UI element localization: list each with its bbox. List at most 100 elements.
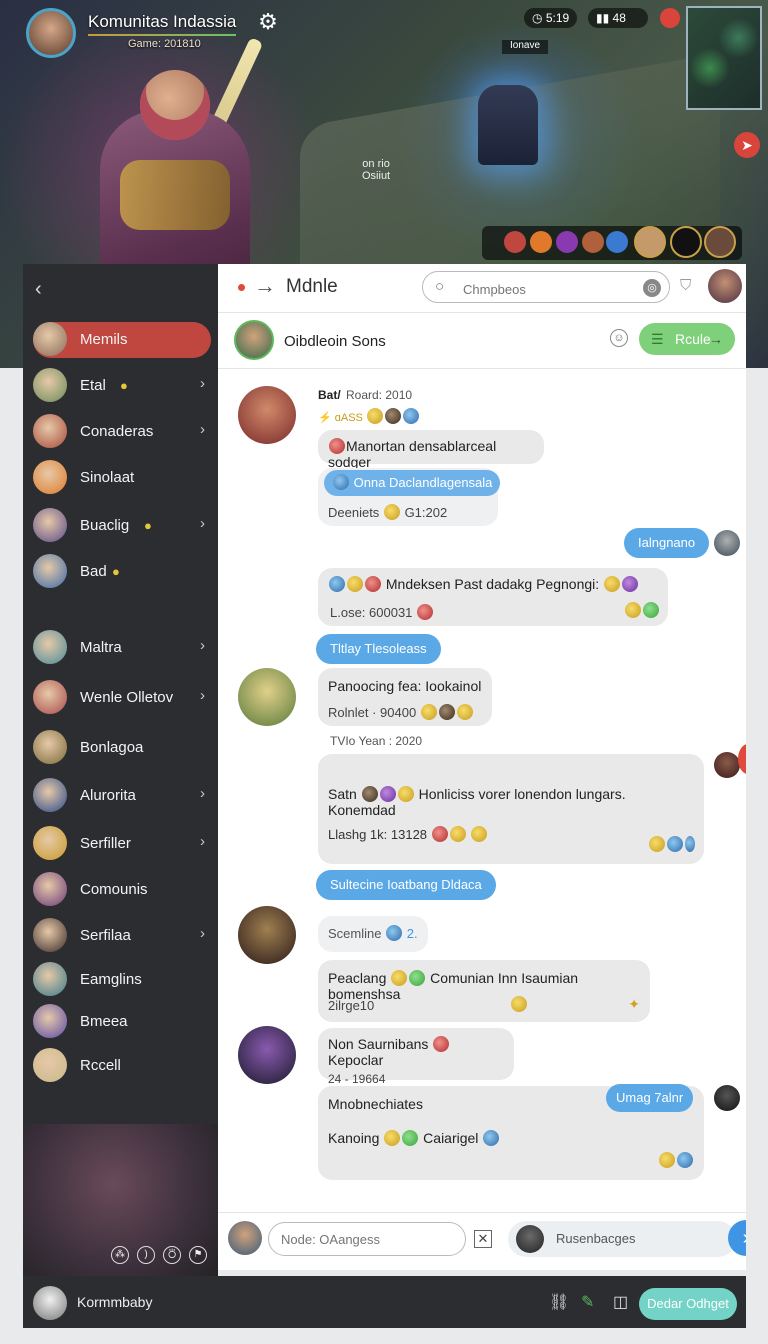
- clear-icon[interactable]: ◎: [643, 279, 661, 297]
- sidebar-item-label: Comounis: [80, 881, 148, 898]
- skill-5-icon[interactable]: [606, 231, 628, 253]
- sidebar-item-label: Conaderas: [80, 423, 154, 440]
- control-1-icon[interactable]: ⁂: [111, 1246, 129, 1264]
- route-button[interactable]: ☰ Rcule →: [639, 323, 735, 355]
- action-button[interactable]: Dedar Odhget: [639, 1288, 737, 1320]
- live-dot-icon: [238, 284, 245, 291]
- sidebar-item[interactable]: Bad ●: [33, 554, 211, 590]
- message-text: Satn Honliciss vorer lonendon lungars. K…: [328, 786, 626, 818]
- chevron-right-icon: ›: [200, 785, 205, 802]
- sidebar-item-label: Sinolaat: [80, 469, 135, 486]
- sidebar-item[interactable]: Wenle Olletov ›: [33, 680, 211, 716]
- tag-bubble: Scemline 2.: [318, 916, 428, 952]
- sidebar-item[interactable]: Rccell: [33, 1048, 211, 1084]
- community-avatar[interactable]: [26, 8, 76, 58]
- sidebar-avatar: [33, 368, 67, 402]
- message-bubble: Peaclang Comunian Inn Isaumian bomenshsa…: [318, 960, 650, 1022]
- chevron-right-icon: ›: [200, 925, 205, 942]
- sender-avatar[interactable]: [238, 1026, 296, 1084]
- alert-badge-icon[interactable]: ➤: [734, 132, 760, 158]
- smiley-icon[interactable]: ☺: [610, 329, 628, 347]
- composer-avatar[interactable]: [228, 1221, 262, 1255]
- sidebar-item[interactable]: Alurorita ›: [33, 778, 211, 814]
- community-subtitle: Game: 201810: [128, 38, 201, 50]
- sender-name: Bat/: [318, 388, 341, 402]
- sender-avatar[interactable]: [238, 906, 296, 964]
- reaction-icons[interactable]: [658, 1152, 694, 1168]
- message-input[interactable]: [268, 1222, 466, 1256]
- contact-avatar[interactable]: [234, 320, 274, 360]
- search-input[interactable]: [461, 279, 635, 299]
- control-4-icon[interactable]: ⚑: [189, 1246, 207, 1264]
- sparkle-icon: ✦: [628, 996, 640, 1012]
- reaction-icons[interactable]: [648, 836, 696, 852]
- ally-avatar-3[interactable]: [704, 226, 736, 258]
- reaction-icons[interactable]: [624, 602, 660, 618]
- hero-head: [140, 70, 210, 140]
- mention-chip[interactable]: Umag 7alnr: [606, 1084, 694, 1112]
- sidebar-item[interactable]: Buaclig ● ›: [33, 508, 211, 544]
- sidebar-item[interactable]: Maltra ›: [33, 630, 211, 666]
- ally-avatar-1[interactable]: [634, 226, 666, 258]
- reply-field[interactable]: Rusenbacges: [508, 1221, 736, 1257]
- participant-avatar[interactable]: [714, 1085, 740, 1111]
- sidebar-item[interactable]: Eamglins: [33, 962, 211, 998]
- minimap[interactable]: [686, 6, 762, 110]
- arrow-right-icon: →: [709, 331, 723, 347]
- skill-1-icon[interactable]: [504, 231, 526, 253]
- message-bubble: Mndeksen Past dadakg Pegnongi: L.ose: 60…: [318, 568, 668, 626]
- chat-panel: → Mdnle ○ ◎ ⛉ Oibdleoin Sons ☺ ☰ Rcule →…: [218, 264, 746, 1270]
- sidebar-item-label: Serfiller: [80, 835, 131, 852]
- sidebar-item-label: Bmeea: [80, 1013, 128, 1030]
- sidebar-item[interactable]: Bonlagoa: [33, 730, 211, 766]
- sidebar-avatar: [33, 322, 67, 356]
- sidebar-item[interactable]: Serfiller ›: [33, 826, 211, 862]
- sidebar-avatar: [33, 730, 67, 764]
- sidebar-item[interactable]: Conaderas ›: [33, 414, 211, 450]
- record-icon[interactable]: [660, 8, 680, 28]
- conversation-header: Oibdleoin Sons ☺ ☰ Rcule →: [218, 312, 746, 369]
- close-icon[interactable]: ✕: [474, 1230, 492, 1248]
- message-meta: 2ilrge10: [328, 998, 375, 1013]
- sidebar-avatar: [33, 872, 67, 906]
- sidebar-item[interactable]: Serfilaa ›: [33, 918, 211, 954]
- link-icon[interactable]: ⛓: [549, 1292, 569, 1312]
- sidebar-item-label: Alurorita: [80, 787, 136, 804]
- system-chip[interactable]: Tltlay Tlesoleass: [316, 634, 441, 664]
- quote-chip[interactable]: Onna Daclandlagensala: [324, 470, 501, 496]
- user-avatar[interactable]: [708, 269, 742, 303]
- shield-icon[interactable]: ⛉: [680, 277, 691, 294]
- sender-avatar[interactable]: [238, 668, 296, 726]
- gear-icon[interactable]: ⚙: [256, 10, 280, 34]
- reaction-icon[interactable]: [510, 996, 528, 1012]
- control-3-icon[interactable]: ⛣: [163, 1246, 181, 1264]
- sidebar-item[interactable]: Comounis: [33, 872, 211, 908]
- account-avatar[interactable]: [33, 1286, 67, 1320]
- skill-3-icon[interactable]: [556, 231, 578, 253]
- search-box[interactable]: ○ ◎: [422, 271, 670, 303]
- map-label: Ionave: [502, 40, 549, 54]
- sidebar-item[interactable]: Etal ● ›: [33, 368, 211, 404]
- message-text: Mndeksen Past dadakg Pegnongi:: [328, 576, 658, 592]
- notes-icon[interactable]: ◫: [613, 1292, 628, 1312]
- outgoing-message: Ialngnano: [624, 528, 710, 558]
- sender-avatar[interactable]: [238, 386, 296, 444]
- control-2-icon[interactable]: ): [137, 1246, 155, 1264]
- sidebar-avatar: [33, 918, 67, 952]
- my-avatar[interactable]: [714, 530, 740, 556]
- participant-avatar[interactable]: [714, 752, 740, 778]
- sidebar-item-label: Wenle Olletov: [80, 689, 174, 706]
- reply-avatar: [516, 1225, 544, 1253]
- system-chip[interactable]: Sultecine Ioatbang Dldaca: [316, 870, 496, 900]
- sidebar-item[interactable]: Bmeea: [33, 1004, 211, 1040]
- chevron-right-icon: ›: [200, 515, 205, 532]
- arrow-right-icon[interactable]: →: [254, 273, 276, 299]
- sidebar-item[interactable]: Sinolaat: [33, 460, 211, 496]
- skill-4-icon[interactable]: [582, 231, 604, 253]
- sidebar-item[interactable]: Memils: [33, 322, 211, 358]
- skill-2-icon[interactable]: [530, 231, 552, 253]
- message-meta: Llashg 1k: 13128: [328, 826, 694, 842]
- back-chevron-icon[interactable]: ‹: [35, 278, 42, 301]
- pen-icon[interactable]: ✎: [581, 1292, 594, 1312]
- ally-avatar-2[interactable]: [670, 226, 702, 258]
